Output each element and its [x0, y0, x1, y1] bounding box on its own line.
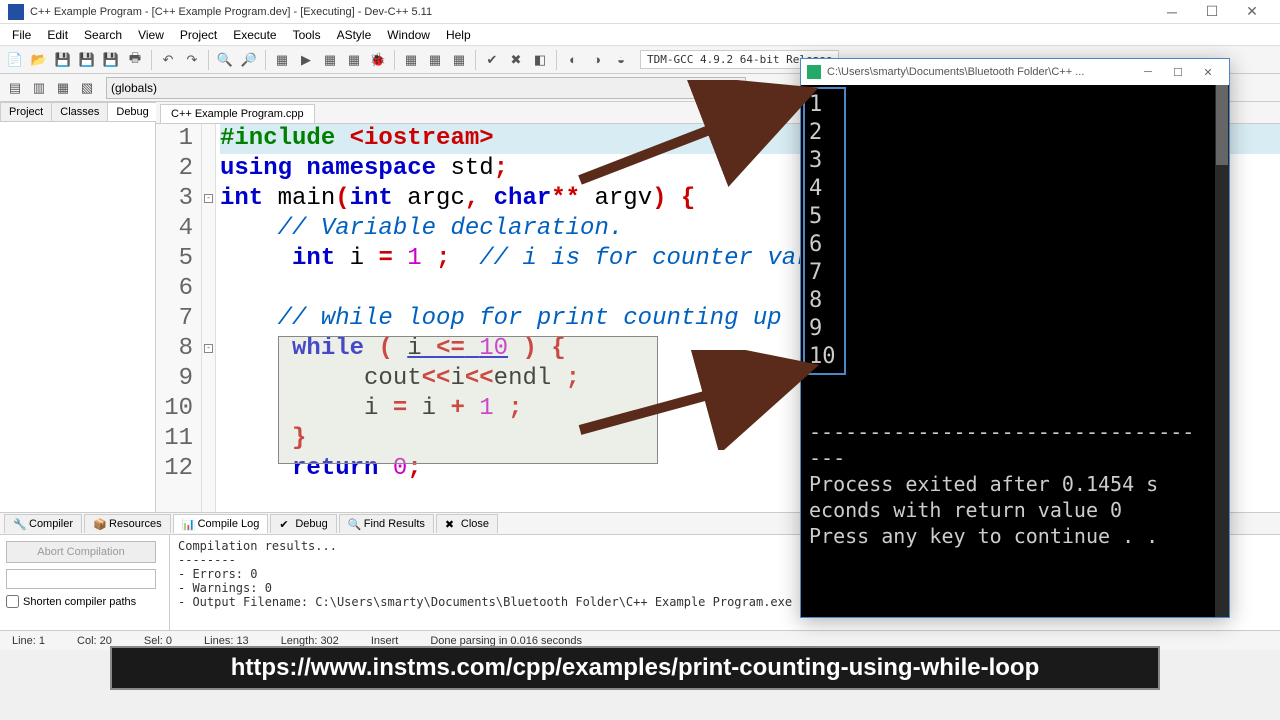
tab-compiler[interactable]: 🔧Compiler: [4, 514, 82, 533]
compiler-icon: 🔧: [13, 518, 25, 530]
abort-button[interactable]: Abort Compilation: [6, 541, 156, 563]
side-panel: Project Classes Debug: [0, 102, 156, 512]
step-icon[interactable]: ◐: [562, 49, 584, 71]
close-icon: ✖: [445, 518, 457, 530]
status-parse: Done parsing in 0.016 seconds: [424, 635, 588, 647]
tab-compile-log[interactable]: 📊Compile Log: [173, 514, 269, 533]
menu-tools[interactable]: Tools: [285, 26, 329, 44]
titlebar: C++ Example Program - [C++ Example Progr…: [0, 0, 1280, 24]
find-icon[interactable]: 🔍: [214, 49, 236, 71]
side-tab-project[interactable]: Project: [0, 102, 52, 121]
status-sel: Sel: 0: [138, 635, 178, 647]
compile-run-icon[interactable]: ▦: [319, 49, 341, 71]
status-lines: Lines: 13: [198, 635, 255, 647]
scope-dropdown[interactable]: (globals): [106, 77, 746, 99]
menu-view[interactable]: View: [130, 26, 172, 44]
console-icon: [807, 65, 821, 79]
console-minimize[interactable]: ─: [1133, 66, 1163, 78]
console-output[interactable]: 1 2 3 4 5 6 7 8 9 10 -------------------…: [801, 85, 1229, 617]
output-highlight-box: 1 2 3 4 5 6 7 8 9 10: [803, 87, 846, 375]
compile-controls: Abort Compilation Shorten compiler paths: [0, 535, 170, 630]
app-icon: [8, 4, 24, 20]
replace-icon[interactable]: 🔎: [238, 49, 260, 71]
log-icon: 📊: [182, 518, 194, 530]
open-icon[interactable]: 📂: [28, 49, 50, 71]
console-title-text: C:\Users\smarty\Documents\Bluetooth Fold…: [827, 66, 1133, 78]
check-icon[interactable]: ✔: [481, 49, 503, 71]
maximize-button[interactable]: ☐: [1192, 3, 1232, 20]
print-icon[interactable]: 🖶: [124, 49, 146, 71]
menu-file[interactable]: File: [4, 26, 39, 44]
menu-help[interactable]: Help: [438, 26, 479, 44]
scroll-thumb[interactable]: [1216, 85, 1228, 165]
status-length: Length: 302: [275, 635, 345, 647]
menu-search[interactable]: Search: [76, 26, 130, 44]
fold-column: - -: [202, 124, 216, 512]
status-insert: Insert: [365, 635, 405, 647]
close-button[interactable]: ✕: [1232, 3, 1272, 20]
url-banner: https://www.instms.com/cpp/examples/prin…: [110, 646, 1160, 690]
tab-close[interactable]: ✖Close: [436, 514, 498, 533]
editor-tab-file[interactable]: C++ Example Program.cpp: [160, 104, 315, 123]
console-titlebar[interactable]: C:\Users\smarty\Documents\Bluetooth Fold…: [801, 59, 1229, 85]
console-window[interactable]: C:\Users\smarty\Documents\Bluetooth Fold…: [800, 58, 1230, 618]
filter-input[interactable]: [6, 569, 156, 589]
undo-icon[interactable]: ↶: [157, 49, 179, 71]
side-tab-classes[interactable]: Classes: [51, 102, 108, 121]
line-gutter: 123456789101112: [156, 124, 202, 512]
menu-project[interactable]: Project: [172, 26, 225, 44]
shell2-icon[interactable]: ▦: [448, 49, 470, 71]
debug-icon[interactable]: 🐞: [367, 49, 389, 71]
menu-window[interactable]: Window: [379, 26, 438, 44]
profile-icon[interactable]: ▦: [400, 49, 422, 71]
goto-bookmark-icon[interactable]: ▧: [76, 77, 98, 99]
fold-icon[interactable]: -: [204, 194, 213, 203]
side-tab-debug[interactable]: Debug: [107, 102, 157, 121]
menu-edit[interactable]: Edit: [39, 26, 76, 44]
resources-icon: 📦: [93, 518, 105, 530]
step3-icon[interactable]: ◒: [610, 49, 632, 71]
new-project-icon[interactable]: ▤: [4, 77, 26, 99]
step2-icon[interactable]: ◑: [586, 49, 608, 71]
fold-icon[interactable]: -: [204, 344, 213, 353]
compile-icon[interactable]: ▦: [271, 49, 293, 71]
goto-icon[interactable]: ◧: [529, 49, 551, 71]
menu-astyle[interactable]: AStyle: [329, 26, 380, 44]
menubar: File Edit Search View Project Execute To…: [0, 24, 1280, 46]
tab-debug[interactable]: ✔Debug: [270, 514, 336, 533]
insert-icon[interactable]: ▥: [28, 77, 50, 99]
menu-execute[interactable]: Execute: [225, 26, 284, 44]
console-maximize[interactable]: ☐: [1163, 66, 1193, 79]
bookmark-icon[interactable]: ▦: [52, 77, 74, 99]
status-line: Line: 1: [6, 635, 51, 647]
console-scrollbar[interactable]: [1215, 85, 1229, 617]
shell-icon[interactable]: ▦: [424, 49, 446, 71]
tab-find-results[interactable]: 🔍Find Results: [339, 514, 434, 533]
redo-icon[interactable]: ↷: [181, 49, 203, 71]
debug-icon: ✔: [279, 518, 291, 530]
save-all-icon[interactable]: 💾: [76, 49, 98, 71]
window-title: C++ Example Program - [C++ Example Progr…: [30, 6, 1152, 18]
minimize-button[interactable]: ─: [1152, 4, 1192, 20]
new-file-icon[interactable]: 📄: [4, 49, 26, 71]
rebuild-icon[interactable]: ▦: [343, 49, 365, 71]
tab-resources[interactable]: 📦Resources: [84, 514, 171, 533]
save-icon[interactable]: 💾: [52, 49, 74, 71]
side-tabs: Project Classes Debug: [0, 102, 155, 122]
save-as-icon[interactable]: 💾: [100, 49, 122, 71]
console-close[interactable]: ✕: [1193, 66, 1223, 79]
run-icon[interactable]: ▶: [295, 49, 317, 71]
status-col: Col: 20: [71, 635, 118, 647]
find-icon: 🔍: [348, 518, 360, 530]
stop-icon[interactable]: ✖: [505, 49, 527, 71]
shorten-paths-checkbox[interactable]: Shorten compiler paths: [6, 595, 163, 608]
